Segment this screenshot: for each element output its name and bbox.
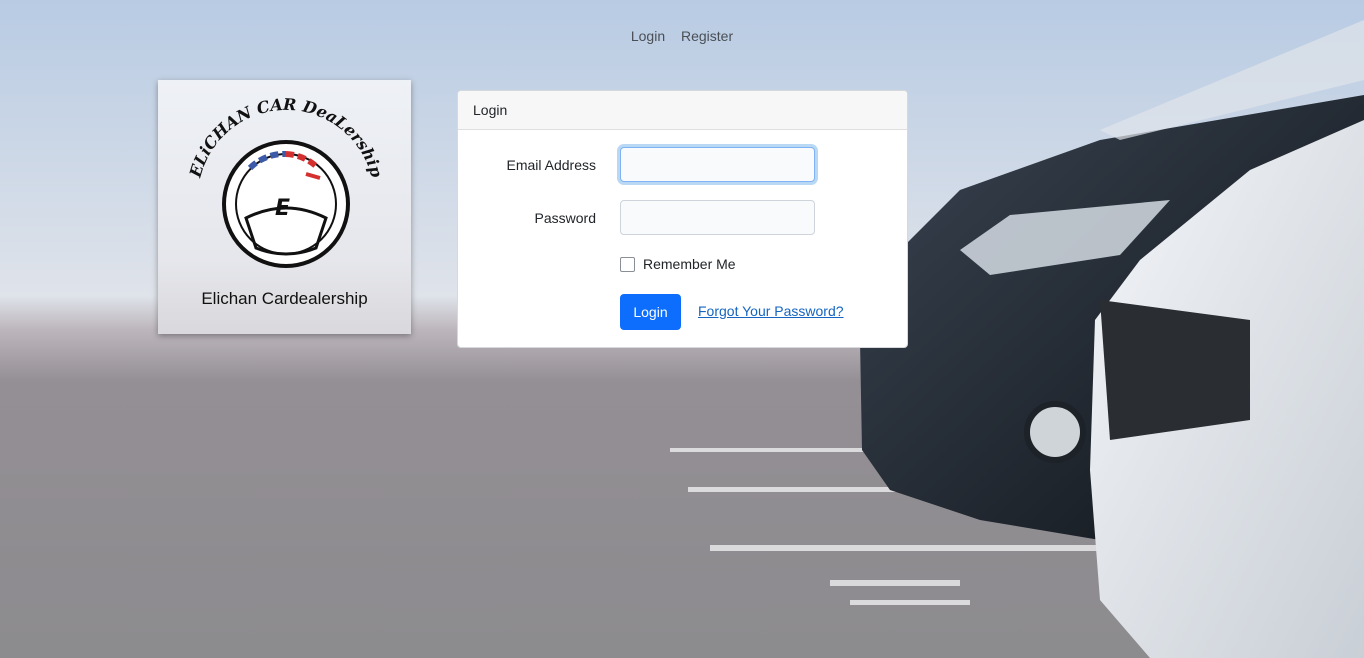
password-field[interactable] [620,200,815,235]
remember-me-label: Remember Me [643,256,736,272]
login-card-header: Login [458,91,907,130]
forgot-password-link[interactable]: Forgot Your Password? [698,303,844,319]
remember-me-row: Remember Me [620,256,736,272]
password-label: Password [534,210,596,226]
logo-card: ELiCHAN CAR DeaLership E Elichan Cardeal… [158,80,411,334]
nav-register-link[interactable]: Register [681,28,733,44]
dealership-logo: ELiCHAN CAR DeaLership E [185,98,386,268]
remember-me-checkbox[interactable] [620,256,635,272]
nav-login-link[interactable]: Login [631,28,665,44]
email-field[interactable] [620,147,815,182]
svg-text:E: E [275,196,290,221]
login-button[interactable]: Login [620,294,681,330]
login-card: Login Email Address Password Remember Me… [457,90,908,348]
brand-caption: Elichan Cardealership [201,289,368,308]
email-label: Email Address [506,157,596,173]
top-nav: Login Register [0,28,1364,44]
